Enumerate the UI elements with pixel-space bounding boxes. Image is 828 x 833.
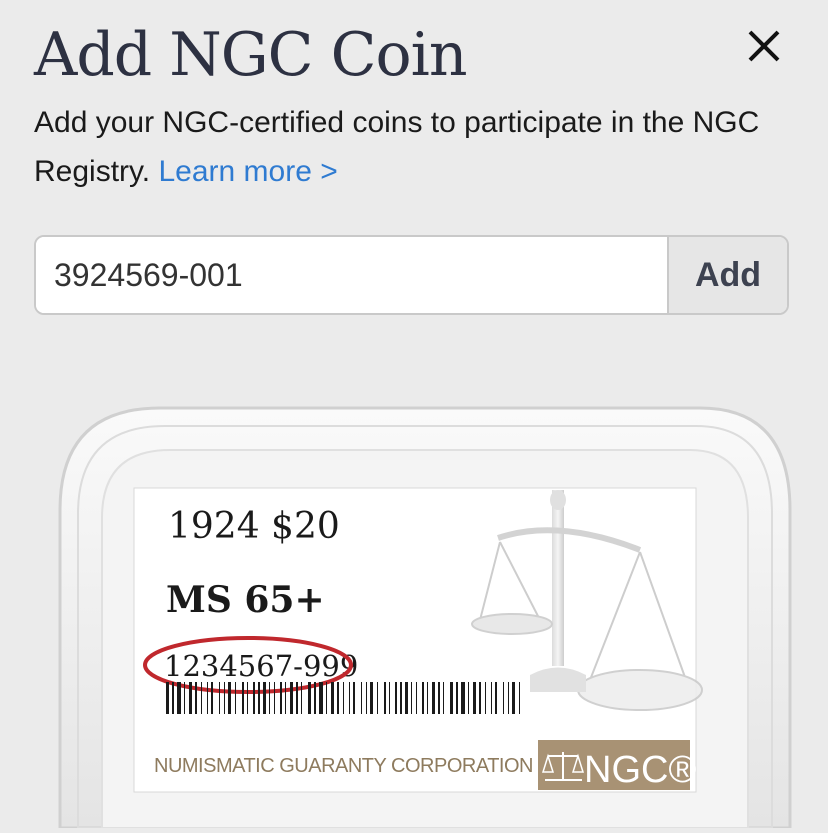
coin-year-denomination: 1924 $20 [168,506,340,547]
grading-company-name: NUMISMATIC GUARANTY CORPORATION [154,755,533,777]
add-coin-form: Add [34,235,789,315]
cert-number-input[interactable] [36,237,667,313]
learn-more-link[interactable]: Learn more > [158,155,337,188]
coin-grade: MS 65+ [166,579,325,621]
close-icon[interactable] [742,24,786,68]
coin-cert-number: 1234567-999 [164,649,358,683]
intro-text: Add your NGC-certified coins to particip… [34,98,774,196]
ngc-logo: NGC® [584,749,696,791]
ngc-slab-illustration: 1924 $20 MS 65+ 1234567-999 NUMISMATIC G… [0,400,828,830]
modal-title: Add NGC Coin [34,20,467,90]
description: Add your NGC-certified coins to particip… [34,106,760,188]
add-button[interactable]: Add [667,237,787,313]
